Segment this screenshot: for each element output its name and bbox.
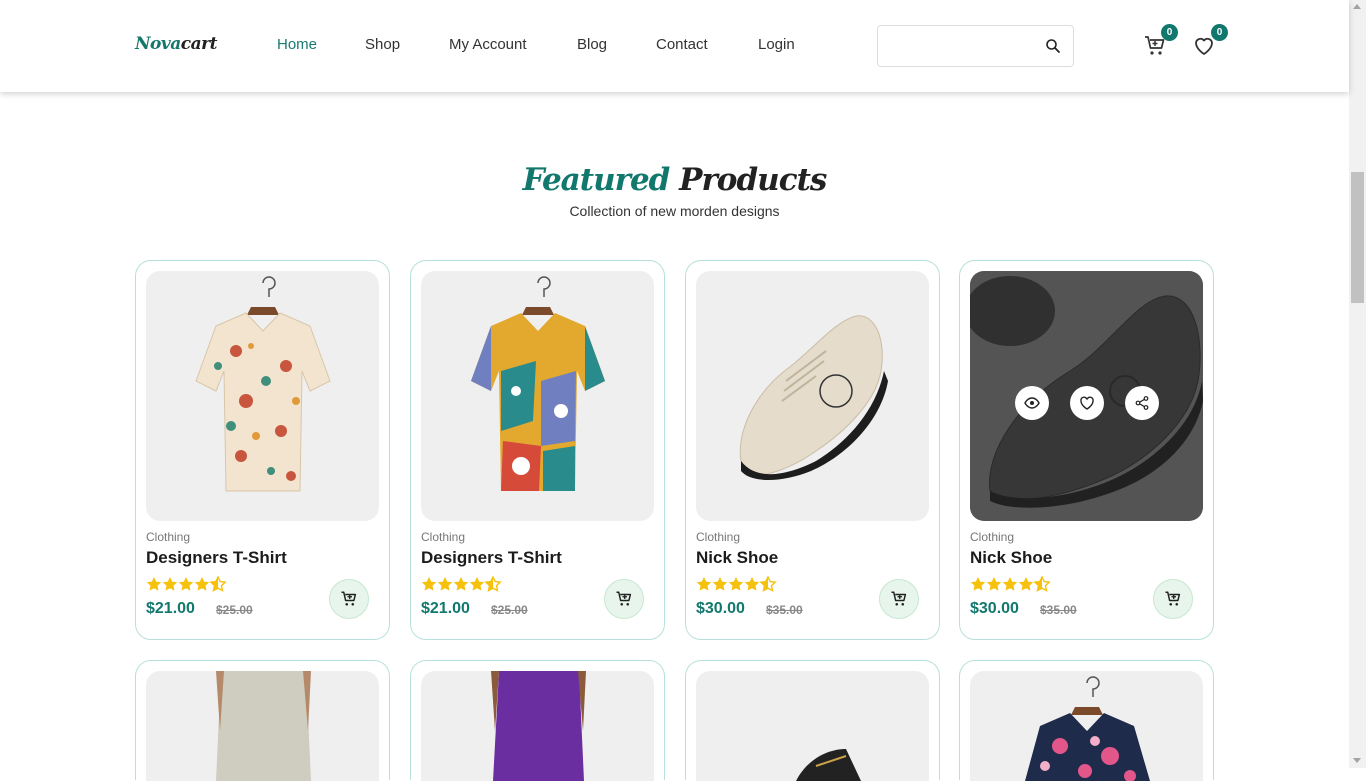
search-icon[interactable] xyxy=(1045,38,1061,54)
nav-blog[interactable]: Blog xyxy=(577,36,607,53)
product-card[interactable]: Clothing Nick Shoe $30.00 $35.00 xyxy=(959,260,1214,640)
product-image[interactable] xyxy=(696,271,929,521)
wishlist-count-badge: 0 xyxy=(1211,24,1228,41)
scrollbar-thumb[interactable] xyxy=(1351,172,1364,303)
product-card[interactable] xyxy=(135,660,390,781)
scroll-up-arrow-icon[interactable] xyxy=(1353,4,1361,9)
cart-count-badge: 0 xyxy=(1161,24,1178,41)
add-to-cart-button[interactable] xyxy=(329,579,369,619)
share-button[interactable] xyxy=(1125,386,1159,420)
product-image[interactable] xyxy=(146,671,379,781)
product-price: $30.00 xyxy=(970,600,1019,617)
rating-stars xyxy=(421,576,502,592)
product-category: Clothing xyxy=(146,530,191,544)
site-header: Novacart Home Shop My Account Blog Conta… xyxy=(0,0,1349,92)
product-price: $21.00 xyxy=(146,600,195,617)
section-title: Featured Products xyxy=(522,162,828,198)
search-box xyxy=(877,25,1074,67)
product-image[interactable] xyxy=(696,671,929,781)
product-price: $30.00 xyxy=(696,600,745,617)
product-card[interactable] xyxy=(410,660,665,781)
add-cart-icon xyxy=(1165,591,1181,606)
eye-icon xyxy=(1024,397,1040,409)
product-card[interactable] xyxy=(685,660,940,781)
product-price: $21.00 xyxy=(421,600,470,617)
section-subtitle: Collection of new morden designs xyxy=(569,203,780,219)
product-category: Clothing xyxy=(696,530,741,544)
product-category: Clothing xyxy=(970,530,1015,544)
rating-stars xyxy=(696,576,777,592)
product-image[interactable] xyxy=(421,671,654,781)
quick-view-button[interactable] xyxy=(1015,386,1049,420)
share-icon xyxy=(1135,396,1149,410)
product-name[interactable]: Designers T-Shirt xyxy=(421,548,562,568)
scroll-down-arrow-icon[interactable] xyxy=(1353,758,1361,763)
product-old-price: $25.00 xyxy=(216,603,253,617)
product-old-price: $35.00 xyxy=(766,603,803,617)
add-to-cart-button[interactable] xyxy=(1153,579,1193,619)
product-image[interactable] xyxy=(970,671,1203,781)
product-card[interactable]: Clothing Designers T-Shirt $21.00 $25.00 xyxy=(135,260,390,640)
product-image[interactable] xyxy=(146,271,379,521)
search-input[interactable] xyxy=(878,26,1028,66)
rating-stars xyxy=(970,576,1051,592)
nav-my-account[interactable]: My Account xyxy=(449,36,527,53)
product-card[interactable]: Clothing Nick Shoe $30.00 $35.00 xyxy=(685,260,940,640)
product-old-price: $35.00 xyxy=(1040,603,1077,617)
product-name[interactable]: Designers T-Shirt xyxy=(146,548,287,568)
product-image[interactable] xyxy=(970,271,1203,521)
page-scrollbar[interactable] xyxy=(1349,0,1366,768)
product-card[interactable]: Clothing Designers T-Shirt $21.00 $25.00 xyxy=(410,260,665,640)
add-cart-icon xyxy=(341,591,357,606)
add-to-cart-button[interactable] xyxy=(879,579,919,619)
product-old-price: $25.00 xyxy=(491,603,528,617)
nav-home[interactable]: Home xyxy=(277,36,317,53)
nav-shop[interactable]: Shop xyxy=(365,36,400,53)
add-cart-icon xyxy=(891,591,907,606)
add-cart-icon xyxy=(616,591,632,606)
add-to-cart-button[interactable] xyxy=(604,579,644,619)
rating-stars xyxy=(146,576,227,592)
product-name[interactable]: Nick Shoe xyxy=(970,548,1052,568)
nav-contact[interactable]: Contact xyxy=(656,36,708,53)
product-card[interactable] xyxy=(959,660,1214,781)
add-to-wishlist-button[interactable] xyxy=(1070,386,1104,420)
heart-icon xyxy=(1080,396,1094,410)
product-image[interactable] xyxy=(421,271,654,521)
nav-login[interactable]: Login xyxy=(758,36,795,53)
product-category: Clothing xyxy=(421,530,466,544)
product-name[interactable]: Nick Shoe xyxy=(696,548,778,568)
brand-logo[interactable]: Novacart xyxy=(135,34,217,54)
